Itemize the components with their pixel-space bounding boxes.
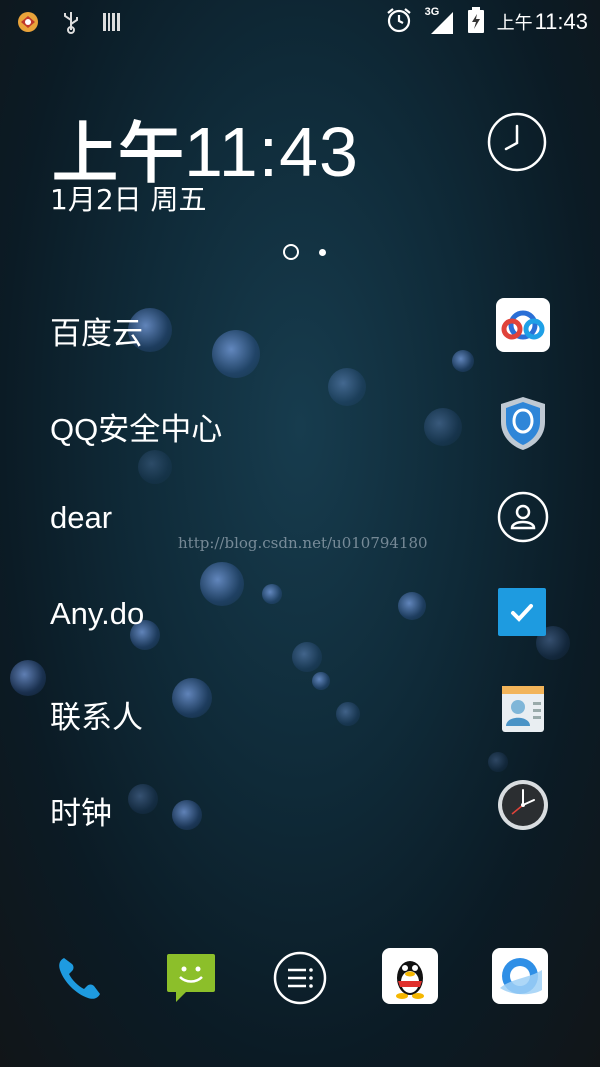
clock-time: 11:43	[184, 113, 359, 191]
clock-date: 1月2日 周五	[50, 183, 207, 216]
app-drawer-icon[interactable]	[272, 950, 328, 1006]
contacts-icon	[496, 682, 550, 736]
app-label: QQ安全中心	[50, 412, 223, 447]
phone-icon[interactable]	[52, 950, 108, 1006]
qq-penguin-icon[interactable]	[382, 948, 438, 1004]
person-icon	[496, 490, 550, 544]
qq-security-shield-icon	[496, 394, 550, 450]
status-bar: 3G 上午11:43	[0, 0, 600, 42]
app-row-baidu-cloud[interactable]: 百度云	[0, 286, 600, 366]
alarm-icon	[385, 6, 413, 38]
app-row-anydo[interactable]: Any.do	[0, 574, 600, 654]
app-label: 百度云	[50, 316, 143, 351]
usb-icon	[62, 10, 80, 38]
anydo-check-icon	[498, 588, 546, 636]
app-notification-icon	[16, 10, 40, 38]
app-row-qq-security[interactable]: QQ安全中心	[0, 382, 600, 462]
battery-charging-icon	[467, 6, 485, 38]
page-indicator	[283, 244, 326, 260]
page-dot-1[interactable]	[283, 244, 299, 260]
watermark: http://blog.csdn.net/u010794180	[178, 534, 428, 552]
app-row-clock[interactable]: 时钟	[0, 766, 600, 846]
page-dot-2-active[interactable]	[319, 248, 326, 256]
app-label: 联系人	[50, 700, 143, 735]
browser-icon[interactable]	[492, 948, 548, 1004]
app-label: dear	[50, 500, 113, 535]
status-clock: 上午11:43	[496, 9, 588, 34]
app-label: Any.do	[50, 596, 145, 631]
app-label: 时钟	[50, 796, 112, 831]
app-row-contacts[interactable]: 联系人	[0, 670, 600, 750]
dock	[0, 948, 600, 1008]
messaging-icon[interactable]	[164, 950, 220, 1006]
clock-widget-icon[interactable]	[487, 112, 547, 172]
baidu-cloud-icon	[496, 298, 550, 352]
barcode-icon	[102, 11, 122, 37]
signal-3g-icon: 3G	[425, 6, 455, 36]
clock-app-icon	[496, 778, 550, 832]
